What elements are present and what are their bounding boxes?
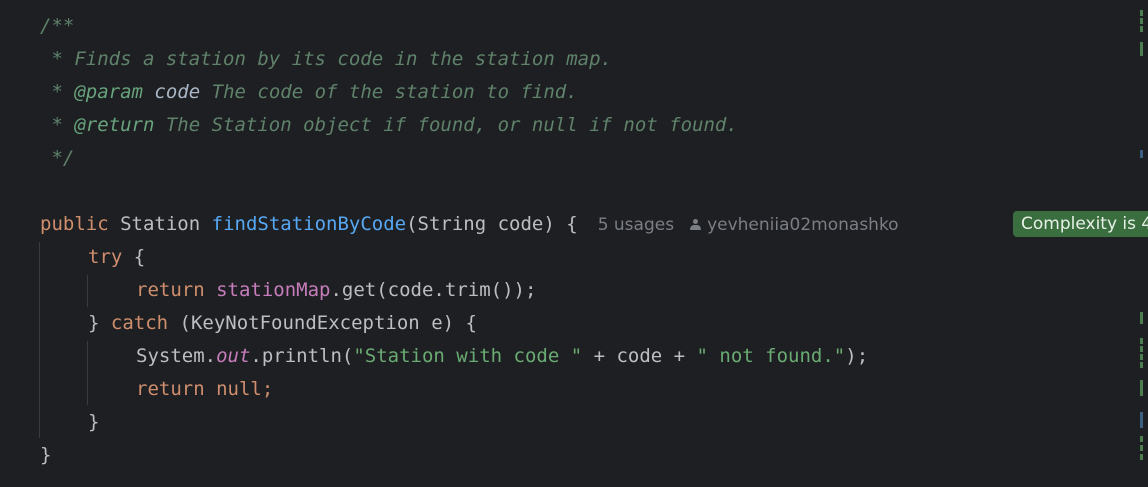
indent-guide (87, 341, 88, 405)
gutter-change-marker[interactable] (1140, 436, 1143, 460)
static-field-out[interactable]: out (216, 345, 250, 367)
code-line-method-close: } (40, 444, 52, 466)
return-type[interactable]: Station (120, 213, 200, 235)
doc-description: Finds a station by its code in the stati… (74, 48, 612, 70)
method-name[interactable]: findStationByCode (212, 213, 406, 235)
code-line-try: try { (88, 241, 145, 274)
system-class[interactable]: System. (136, 345, 216, 367)
gutter-change-marker[interactable] (1140, 10, 1143, 32)
gutter-change-marker[interactable] (1140, 412, 1143, 428)
code-line-return-map: return stationMap.get(code.trim()); (136, 274, 536, 307)
author-inlay-hint[interactable]: yevheniia02monashko (690, 215, 899, 235)
doc-comment-line-return: * @return The Station object if found, o… (40, 109, 738, 142)
field-station-map[interactable]: stationMap (216, 279, 330, 301)
doc-return-tag: @return (74, 114, 155, 136)
doc-param-tag: @param (74, 81, 143, 103)
println-end: ); (845, 345, 869, 367)
method-params: (String code) { (406, 213, 578, 235)
author-name: yevheniia02monashko (707, 215, 899, 235)
code-line-println: System.out.println("Station with code " … (136, 340, 868, 373)
string-literal: " not found." (696, 345, 846, 367)
code-editor[interactable]: /** * Finds a station by its code in the… (0, 0, 1148, 487)
gutter-change-marker[interactable] (1140, 380, 1143, 396)
try-keyword: try (88, 246, 123, 268)
modifier-keyword: public (40, 213, 109, 235)
doc-comment-line-description: * Finds a station by its code in the sta… (40, 43, 612, 76)
doc-prefix: * (40, 114, 75, 136)
catch-rest: (KeyNotFoundException e) { (168, 312, 477, 334)
method-signature: public Station findStationByCode(String … (40, 208, 899, 241)
doc-param-desc: The code of the station to find. (211, 81, 578, 103)
catch-close-brace: } (88, 312, 111, 334)
catch-keyword: catch (110, 312, 169, 334)
concat-expression: + code + (582, 345, 697, 367)
gutter-change-marker[interactable] (1140, 312, 1143, 324)
doc-return-desc: The Station object if found, or null if … (165, 114, 738, 136)
gutter-change-marker[interactable] (1140, 150, 1143, 158)
doc-comment-close: */ (40, 147, 75, 169)
null-literal: null; (204, 378, 274, 400)
complexity-badge[interactable]: Complexity is 4 (1013, 211, 1148, 237)
return-keyword: return (136, 279, 205, 301)
code-line-catch-close: } (88, 411, 100, 433)
usages-inlay-hint[interactable]: 5 usages (598, 215, 674, 235)
doc-param-name[interactable]: code (154, 81, 200, 103)
doc-prefix: * (40, 48, 75, 70)
indent-guide (87, 275, 88, 307)
return-map-rest: .get(code.trim()); (330, 279, 537, 301)
doc-comment-open: /** (40, 15, 75, 37)
doc-comment-line-param: * @param code The code of the station to… (40, 76, 578, 109)
return-keyword: return (136, 378, 205, 400)
code-line-return-null: return null; (136, 373, 273, 406)
code-line-catch: } catch (KeyNotFoundException e) { (88, 307, 477, 340)
string-literal: "Station with code " (353, 345, 583, 367)
gutter-change-marker[interactable] (1140, 42, 1143, 56)
doc-prefix: * (40, 81, 75, 103)
try-brace: { (122, 246, 146, 268)
person-icon (690, 219, 702, 231)
indent-guide (39, 242, 40, 438)
gutter-change-marker[interactable] (1140, 338, 1143, 368)
println-call: .println( (250, 345, 354, 367)
